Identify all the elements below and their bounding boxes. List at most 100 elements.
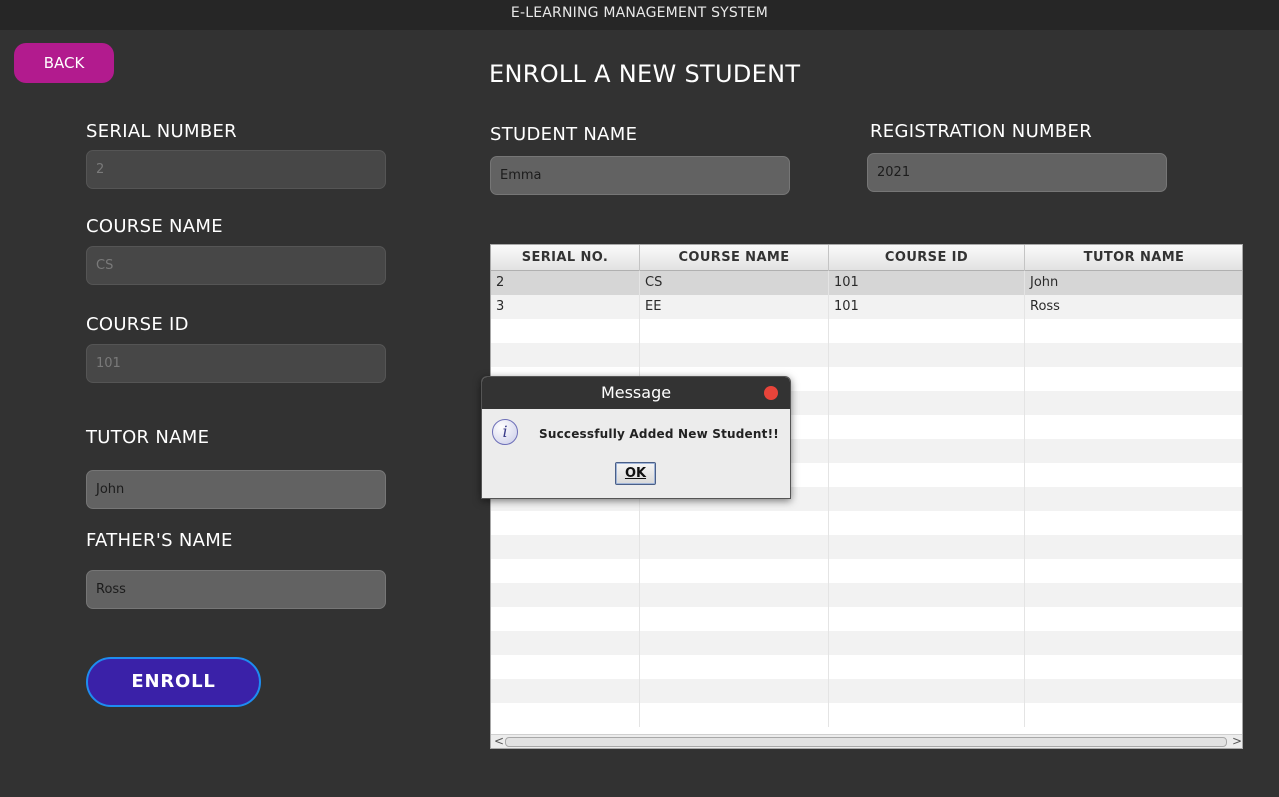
- table-cell: [829, 583, 1025, 607]
- table-cell: [640, 631, 829, 655]
- table-cell: [1025, 679, 1242, 703]
- table-cell: [1025, 391, 1242, 415]
- horizontal-scrollbar[interactable]: < >: [491, 734, 1242, 748]
- empty-table-row[interactable]: [491, 559, 1242, 583]
- message-dialog: Message i Successfully Added New Student…: [481, 376, 791, 499]
- tutor-name-field[interactable]: John: [86, 470, 386, 509]
- table-cell: [1025, 343, 1242, 367]
- table-cell: [1025, 583, 1242, 607]
- table-cell: [491, 703, 640, 727]
- table-cell: [1025, 535, 1242, 559]
- empty-table-row[interactable]: [491, 511, 1242, 535]
- empty-table-row[interactable]: [491, 343, 1242, 367]
- window-title: E-LEARNING MANAGEMENT SYSTEM: [0, 0, 1279, 30]
- student-name-label: STUDENT NAME: [490, 124, 638, 145]
- table-cell: [829, 607, 1025, 631]
- table-cell: [829, 319, 1025, 343]
- table-cell: [1025, 703, 1242, 727]
- table-cell: [640, 535, 829, 559]
- empty-table-row[interactable]: [491, 319, 1242, 343]
- empty-table-row[interactable]: [491, 583, 1242, 607]
- empty-table-row[interactable]: [491, 655, 1242, 679]
- table-cell: 101: [829, 295, 1025, 319]
- table-cell: Ross: [1030, 299, 1060, 314]
- empty-table-row[interactable]: [491, 703, 1242, 727]
- serial-number-label: SERIAL NUMBER: [86, 121, 237, 142]
- table-cell: John: [1030, 275, 1059, 290]
- table-cell: [1025, 655, 1242, 679]
- table-cell: [640, 607, 829, 631]
- table-cell: [1025, 631, 1242, 655]
- close-icon[interactable]: [764, 386, 778, 400]
- column-header-course-id[interactable]: COURSE ID: [829, 245, 1025, 271]
- table-cell: [491, 655, 640, 679]
- table-cell: [829, 439, 1025, 463]
- empty-table-row[interactable]: [491, 535, 1242, 559]
- column-header-tutor-name[interactable]: TUTOR NAME: [1025, 245, 1242, 271]
- column-header-course-name[interactable]: COURSE NAME: [640, 245, 829, 271]
- table-cell: CS: [640, 271, 829, 295]
- fathers-name-label: FATHER'S NAME: [86, 530, 233, 551]
- table-cell: [1025, 559, 1242, 583]
- table-cell: 3: [491, 295, 640, 319]
- table-cell: [829, 559, 1025, 583]
- table-cell: [491, 343, 640, 367]
- info-icon: i: [492, 419, 518, 445]
- scrollbar-thumb[interactable]: [505, 737, 1227, 747]
- column-header-serial-no[interactable]: SERIAL NO.: [491, 245, 640, 271]
- table-cell: [491, 535, 640, 559]
- table-cell: [829, 631, 1025, 655]
- course-name-field[interactable]: CS: [86, 246, 386, 285]
- scroll-right-arrow-icon[interactable]: >: [1232, 734, 1242, 748]
- table-cell: [491, 607, 640, 631]
- fathers-name-field[interactable]: Ross: [86, 570, 386, 609]
- table-row[interactable]: 2 CS 101 John: [491, 271, 1242, 295]
- table-cell: [491, 631, 640, 655]
- back-button[interactable]: BACK: [14, 43, 114, 83]
- student-name-field[interactable]: Emma: [490, 156, 790, 195]
- table-cell: [1025, 415, 1242, 439]
- course-id-label: COURSE ID: [86, 314, 189, 335]
- dialog-title: Message: [482, 377, 790, 409]
- empty-table-row[interactable]: [491, 631, 1242, 655]
- registration-number-label: REGISTRATION NUMBER: [870, 121, 1093, 142]
- table-cell: [829, 679, 1025, 703]
- table-cell: [491, 511, 640, 535]
- dialog-message: Successfully Added New Student!!: [539, 427, 779, 441]
- course-name-label: COURSE NAME: [86, 216, 223, 237]
- registration-number-field[interactable]: 2021: [867, 153, 1167, 192]
- table-cell: [640, 319, 829, 343]
- table-cell: [1025, 487, 1242, 511]
- ok-button[interactable]: OK: [615, 462, 656, 485]
- table-cell: [640, 703, 829, 727]
- table-cell: [1025, 367, 1242, 391]
- table-cell: [491, 559, 640, 583]
- table-cell: [829, 487, 1025, 511]
- table-cell: [491, 679, 640, 703]
- table-header: SERIAL NO. COURSE NAME COURSE ID TUTOR N…: [491, 245, 1242, 271]
- table-cell: [1025, 607, 1242, 631]
- table-cell: [829, 463, 1025, 487]
- course-id-field[interactable]: 101: [86, 344, 386, 383]
- empty-table-row[interactable]: [491, 679, 1242, 703]
- table-cell: [640, 655, 829, 679]
- serial-number-field[interactable]: 2: [86, 150, 386, 189]
- table-row[interactable]: 3 EE 101 Ross: [491, 295, 1242, 319]
- table-cell: [640, 559, 829, 583]
- table-cell: [1025, 463, 1242, 487]
- table-cell: [829, 703, 1025, 727]
- table-cell: [1025, 511, 1242, 535]
- table-cell: [1025, 439, 1242, 463]
- table-cell: 101: [829, 271, 1025, 295]
- table-cell: [491, 319, 640, 343]
- table-cell: [829, 511, 1025, 535]
- table-cell: [829, 391, 1025, 415]
- tutor-name-label: TUTOR NAME: [86, 427, 210, 448]
- table-cell: [829, 655, 1025, 679]
- table-cell: [640, 679, 829, 703]
- scroll-left-arrow-icon[interactable]: <: [494, 734, 504, 748]
- enroll-button[interactable]: ENROLL: [86, 657, 261, 707]
- page-title: ENROLL A NEW STUDENT: [489, 60, 801, 88]
- table-cell: [640, 511, 829, 535]
- empty-table-row[interactable]: [491, 607, 1242, 631]
